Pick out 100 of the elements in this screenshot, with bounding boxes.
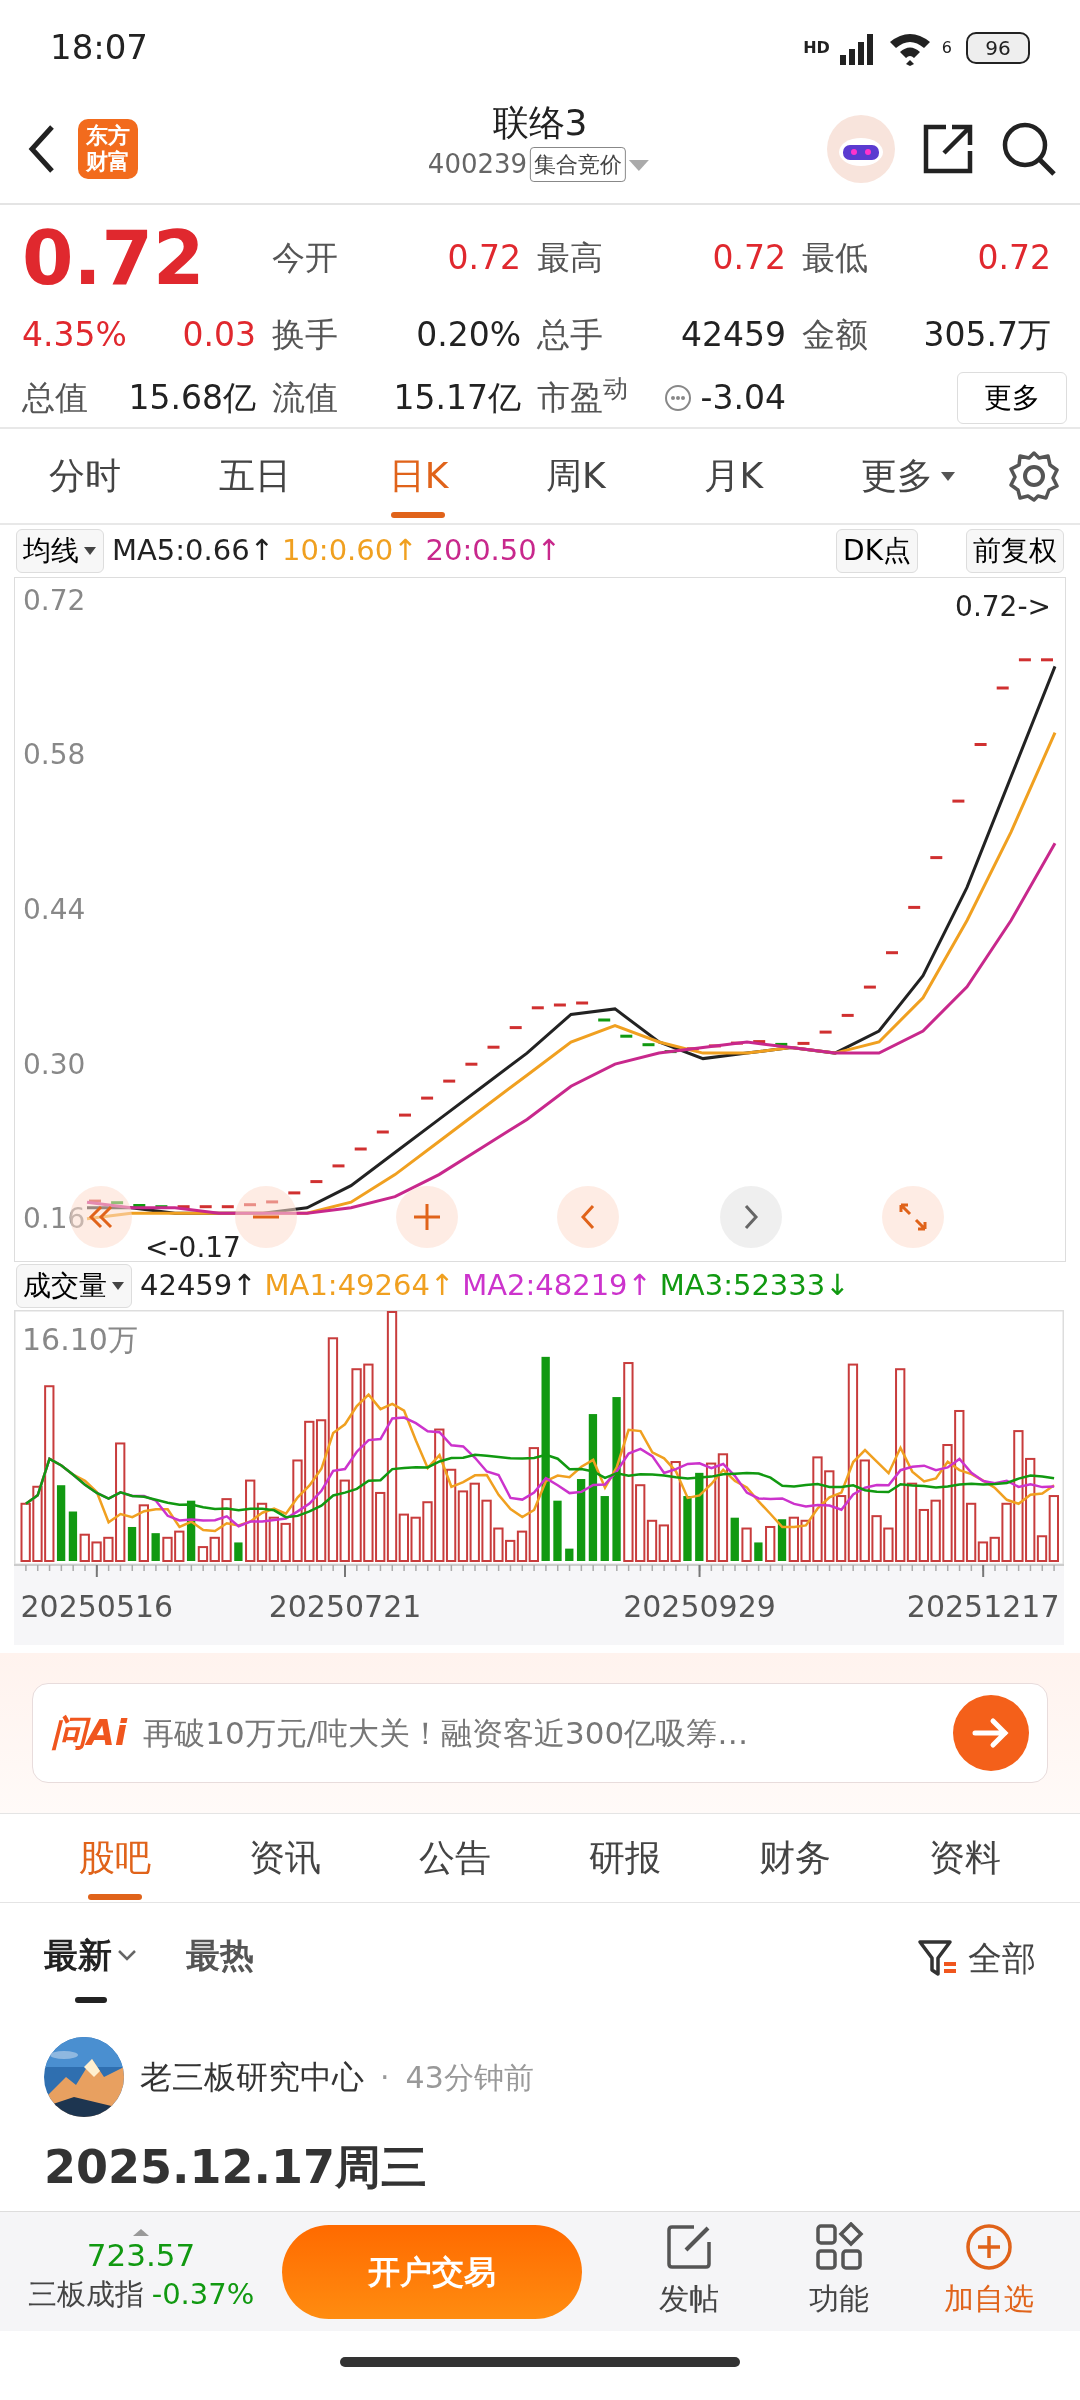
candle-mark [1018, 658, 1031, 662]
up-triangle-icon [131, 2226, 151, 2237]
change-amount: 0.03 [182, 314, 256, 357]
candle-mark [155, 1205, 168, 1209]
candle-mark [177, 1205, 190, 1209]
volume-bar [765, 1526, 776, 1562]
axis-label: 0.16 [23, 1202, 86, 1236]
volume-bar [553, 1500, 562, 1561]
volume-bar [162, 1536, 173, 1562]
period-tab[interactable]: 月K [654, 428, 813, 524]
minus-icon [252, 1215, 280, 1219]
section-tab[interactable]: 资料 [880, 1814, 1050, 1902]
double-chevron-icon [89, 1205, 113, 1229]
post-title: 2025.12.17周三 [43, 2139, 428, 2196]
stat-value: 0.72 [447, 237, 521, 280]
candle-mark [221, 1205, 234, 1209]
candle-mark [775, 1042, 788, 1046]
app-logo: 东方财富 [78, 119, 138, 179]
period-tab[interactable]: 更多 [812, 428, 1006, 524]
stat-label: 今开 [272, 237, 338, 280]
status-time: 18:07 [50, 26, 148, 69]
section-tab[interactable]: 研报 [540, 1814, 710, 1902]
more-button[interactable]: 更多 [957, 371, 1067, 424]
grid-icon [814, 2222, 864, 2272]
volume-bar [457, 1490, 469, 1562]
ai-search-bar[interactable]: 问Ai 再破10万元/吨大关！融资客近300亿吸筹… [32, 1683, 1048, 1783]
period-tab[interactable]: 周K [497, 428, 655, 524]
stat-value: 0.72 [712, 237, 786, 280]
candle-mark [1041, 658, 1053, 662]
info-icon[interactable] [662, 382, 693, 413]
stat-value: 15.68亿 [128, 377, 256, 420]
chart-option-button[interactable]: DK点 [836, 529, 918, 573]
battery-icon: 96 [966, 31, 1030, 64]
legend-value: 10:0.60↑ [281, 532, 418, 570]
volume-bar [788, 1516, 799, 1562]
axis-label: 0.44 [23, 892, 86, 926]
period-tab[interactable]: 分时 [0, 428, 170, 524]
volume-bar [91, 1541, 102, 1562]
section-tab[interactable]: 财务 [710, 1814, 880, 1902]
axis-label: 16.10万 [22, 1322, 138, 1357]
section-tab[interactable]: 股吧 [30, 1814, 200, 1902]
chart-option-button[interactable]: 前复权 [966, 529, 1064, 573]
search-icon[interactable] [1000, 120, 1058, 178]
candle-mark [266, 1200, 279, 1204]
legend-value: 20:0.50↑ [425, 532, 562, 570]
candle-mark [310, 1180, 323, 1184]
filter-button[interactable]: 全部 [916, 1932, 1036, 1984]
period-tab[interactable]: 日K [339, 428, 498, 524]
candle-mark [89, 1199, 101, 1203]
axis-label: 0.58 [23, 738, 86, 772]
volume-bar [234, 1542, 243, 1561]
axis-label: 20251217 [906, 1589, 1060, 1624]
sort-tab[interactable]: 最热 [186, 1913, 254, 2003]
index-change: -0.37% [151, 2275, 255, 2313]
legend-value: MA3:52333↓ [659, 1267, 850, 1305]
robot-icon[interactable] [826, 114, 896, 184]
axis-label: 0.30 [23, 1047, 86, 1081]
candle-mark [354, 1147, 367, 1151]
volume-bar [683, 1496, 692, 1561]
network-label: HD [803, 36, 830, 59]
candle-mark [465, 1062, 478, 1066]
indicator-selector[interactable]: 均线 [16, 529, 104, 573]
candle-mark [642, 1043, 655, 1047]
volume-bar [777, 1519, 787, 1561]
author-name: 老三板研究中心 [140, 2057, 364, 2098]
candle-mark [664, 1050, 677, 1054]
candle-mark [553, 1003, 566, 1007]
toolbar-button[interactable]: 功能 [764, 2222, 914, 2321]
indicator-selector[interactable]: 成交量 [16, 1264, 132, 1308]
stat-label: 总手 [537, 314, 603, 357]
candle-mark [111, 1201, 124, 1205]
section-tab[interactable]: 公告 [370, 1814, 540, 1902]
caret-icon [83, 545, 97, 557]
candle-mark [863, 985, 876, 989]
candle-mark [753, 1040, 766, 1044]
period-tab[interactable]: 五日 [169, 428, 340, 524]
index-name: 三板成指 [27, 2275, 144, 2313]
ai-logo: 问Ai [51, 1711, 128, 1755]
candle-mark [908, 905, 921, 909]
change-percent: 4.35% [22, 314, 127, 357]
candle-mark [576, 1001, 589, 1005]
candle-mark [974, 743, 987, 746]
stat-value: -3.04 [700, 377, 786, 420]
section-tab[interactable]: 资讯 [200, 1814, 370, 1902]
candle-mark [797, 1041, 810, 1045]
toolbar-button[interactable]: 发帖 [614, 2222, 764, 2321]
candle-mark [376, 1130, 389, 1134]
caret-icon [111, 1280, 125, 1292]
candle-mark [620, 1034, 633, 1038]
stat-value: 42459 [681, 314, 786, 357]
price-annotation: 0.72-> [955, 590, 1051, 623]
axis-label: 20250721 [268, 1589, 422, 1624]
stock-title: 联络3 [491, 101, 589, 145]
candle-mark [930, 856, 943, 860]
candle-mark [133, 1204, 146, 1207]
volume-bar [600, 1496, 609, 1561]
axis-label: 20250929 [623, 1589, 776, 1624]
volume-bar [151, 1533, 160, 1561]
sort-tab[interactable]: 最新 [44, 1913, 138, 2003]
settings-icon[interactable] [1006, 448, 1062, 504]
